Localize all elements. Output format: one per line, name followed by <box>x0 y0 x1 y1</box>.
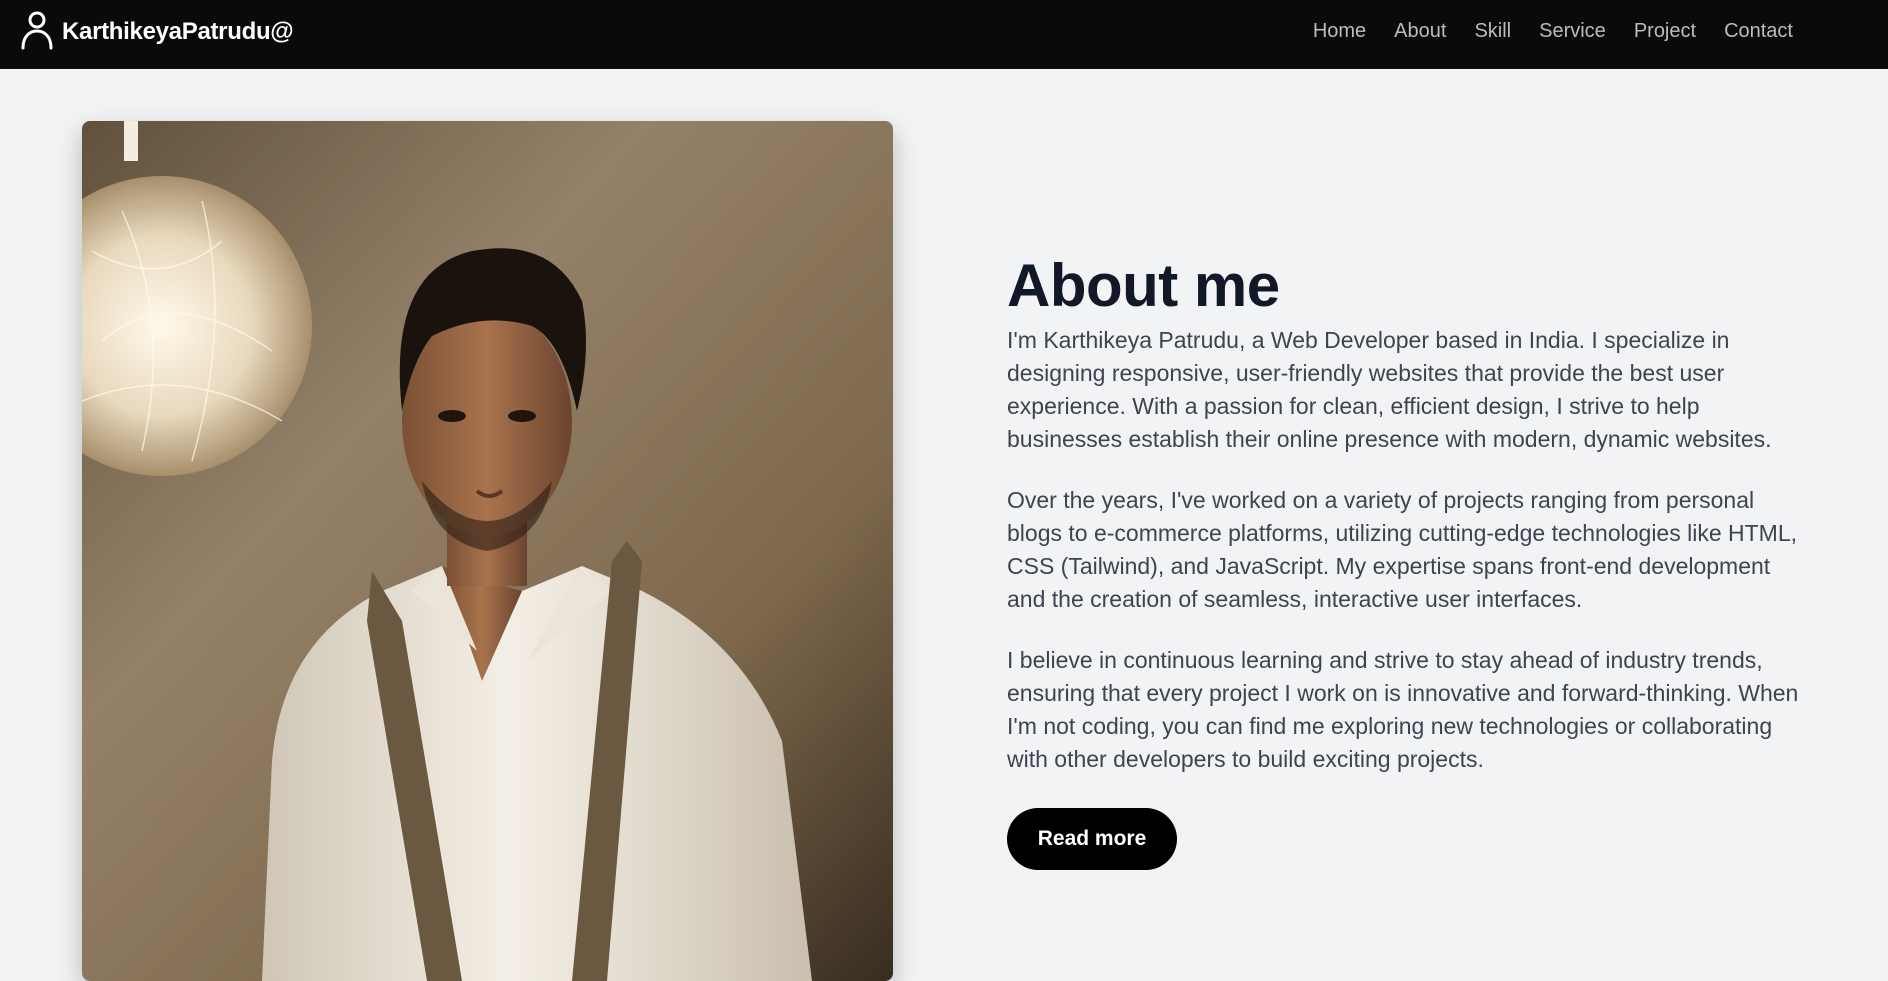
about-title: About me <box>1007 252 1280 319</box>
profile-photo <box>82 121 893 981</box>
navbar: KarthikeyaPatrudu@ Home About Skill Serv… <box>0 0 1888 69</box>
about-paragraph-experience: Over the years, I've worked on a variety… <box>1007 487 1798 612</box>
nav-link-home[interactable]: Home <box>1313 20 1366 43</box>
about-paragraph-learning: I believe in continuous learning and str… <box>1007 647 1799 772</box>
brand-name: KarthikeyaPatrudu@ <box>62 18 294 45</box>
brand[interactable]: KarthikeyaPatrudu@ <box>20 10 294 55</box>
about-paragraph-intro: I'm Karthikeya Patrudu, a Web Developer … <box>1007 327 1772 452</box>
user-icon <box>20 10 62 55</box>
nav-link-about[interactable]: About <box>1394 20 1446 43</box>
nav-link-project[interactable]: Project <box>1634 20 1696 43</box>
nav-link-skill[interactable]: Skill <box>1474 20 1511 43</box>
about-section: About me I'm Karthikeya Patrudu, a Web D… <box>1007 248 1807 870</box>
nav-links: Home About Skill Service Project Contact <box>1313 0 1793 63</box>
nav-link-contact[interactable]: Contact <box>1724 20 1793 43</box>
nav-link-service[interactable]: Service <box>1539 20 1606 43</box>
read-more-button[interactable]: Read more <box>1007 808 1177 870</box>
